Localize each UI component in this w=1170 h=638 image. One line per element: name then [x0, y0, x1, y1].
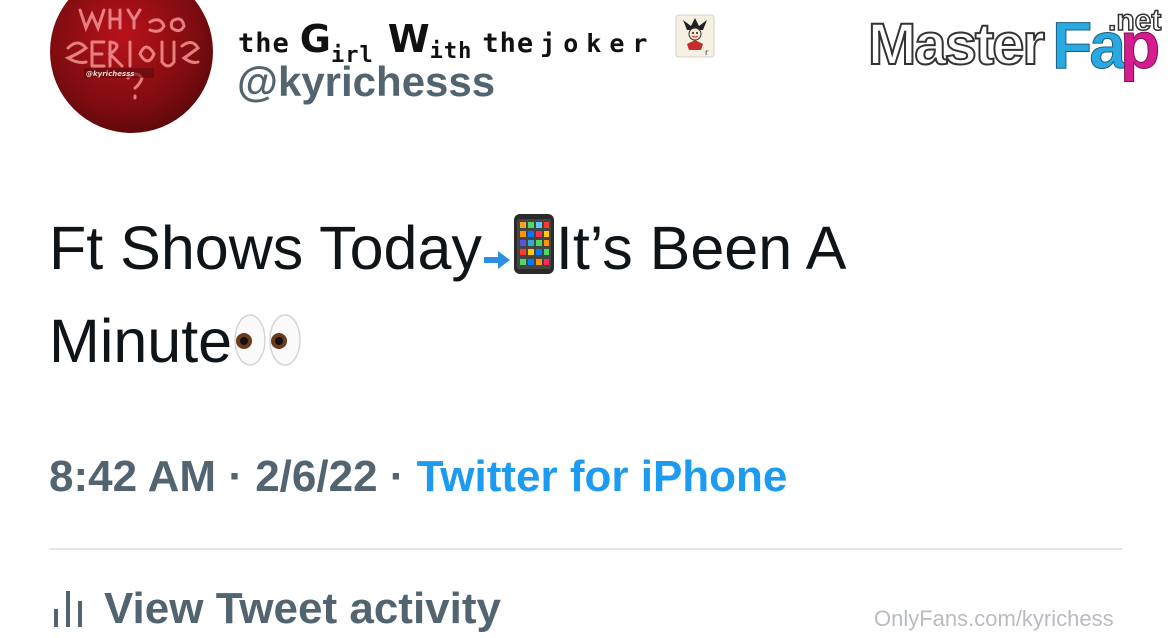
tweet-date[interactable]: 2/6/22	[255, 452, 377, 501]
avatar-image: @kyrichesss	[64, 8, 200, 100]
display-name-w: W	[387, 17, 430, 61]
mobile-phone-icon	[512, 211, 556, 298]
tweet-meta: 8:42 AM · 2/6/22 · Twitter for iPhone	[49, 452, 787, 502]
logo-net-text: .net	[1108, 4, 1161, 37]
bar-chart-icon	[52, 587, 86, 638]
profile-avatar[interactable]: @kyrichesss	[50, 0, 213, 133]
tweet-time[interactable]: 8:42 AM	[49, 452, 216, 501]
logo-master-text: Master	[868, 12, 1044, 77]
eyes-icon	[232, 304, 304, 391]
tweet-line1-b: It’s Been A	[555, 214, 847, 282]
tweet-text: Ft Shows Today It’s Been A Minute	[49, 205, 1049, 391]
display-name-the2: the	[482, 28, 535, 59]
meta-separator: ·	[377, 452, 417, 501]
tweet-line1-a: Ft Shows Today	[49, 214, 482, 282]
tweet-line2: Minute	[49, 307, 233, 375]
site-logo[interactable]: Master Fa p .net	[867, 2, 1168, 82]
view-tweet-activity-link[interactable]: View Tweet activity	[52, 584, 501, 638]
display-name-g: G	[299, 17, 331, 61]
avatar-sub-text: @kyrichesss	[86, 70, 134, 78]
display-name-the: the	[238, 28, 290, 59]
tweet-source-link[interactable]: Twitter for iPhone	[417, 452, 788, 501]
display-name[interactable]: the Girl With the joker r	[238, 8, 715, 68]
arrow-right-icon	[482, 211, 512, 298]
joker-card-icon: r	[675, 14, 715, 58]
display-name-joker: joker	[540, 29, 656, 58]
view-tweet-activity-label: View Tweet activity	[104, 584, 501, 633]
divider	[49, 548, 1122, 550]
watermark: OnlyFans.com/kyrichess	[874, 606, 1114, 631]
user-handle[interactable]: @kyrichesss	[237, 58, 495, 106]
meta-separator: ·	[216, 452, 256, 501]
